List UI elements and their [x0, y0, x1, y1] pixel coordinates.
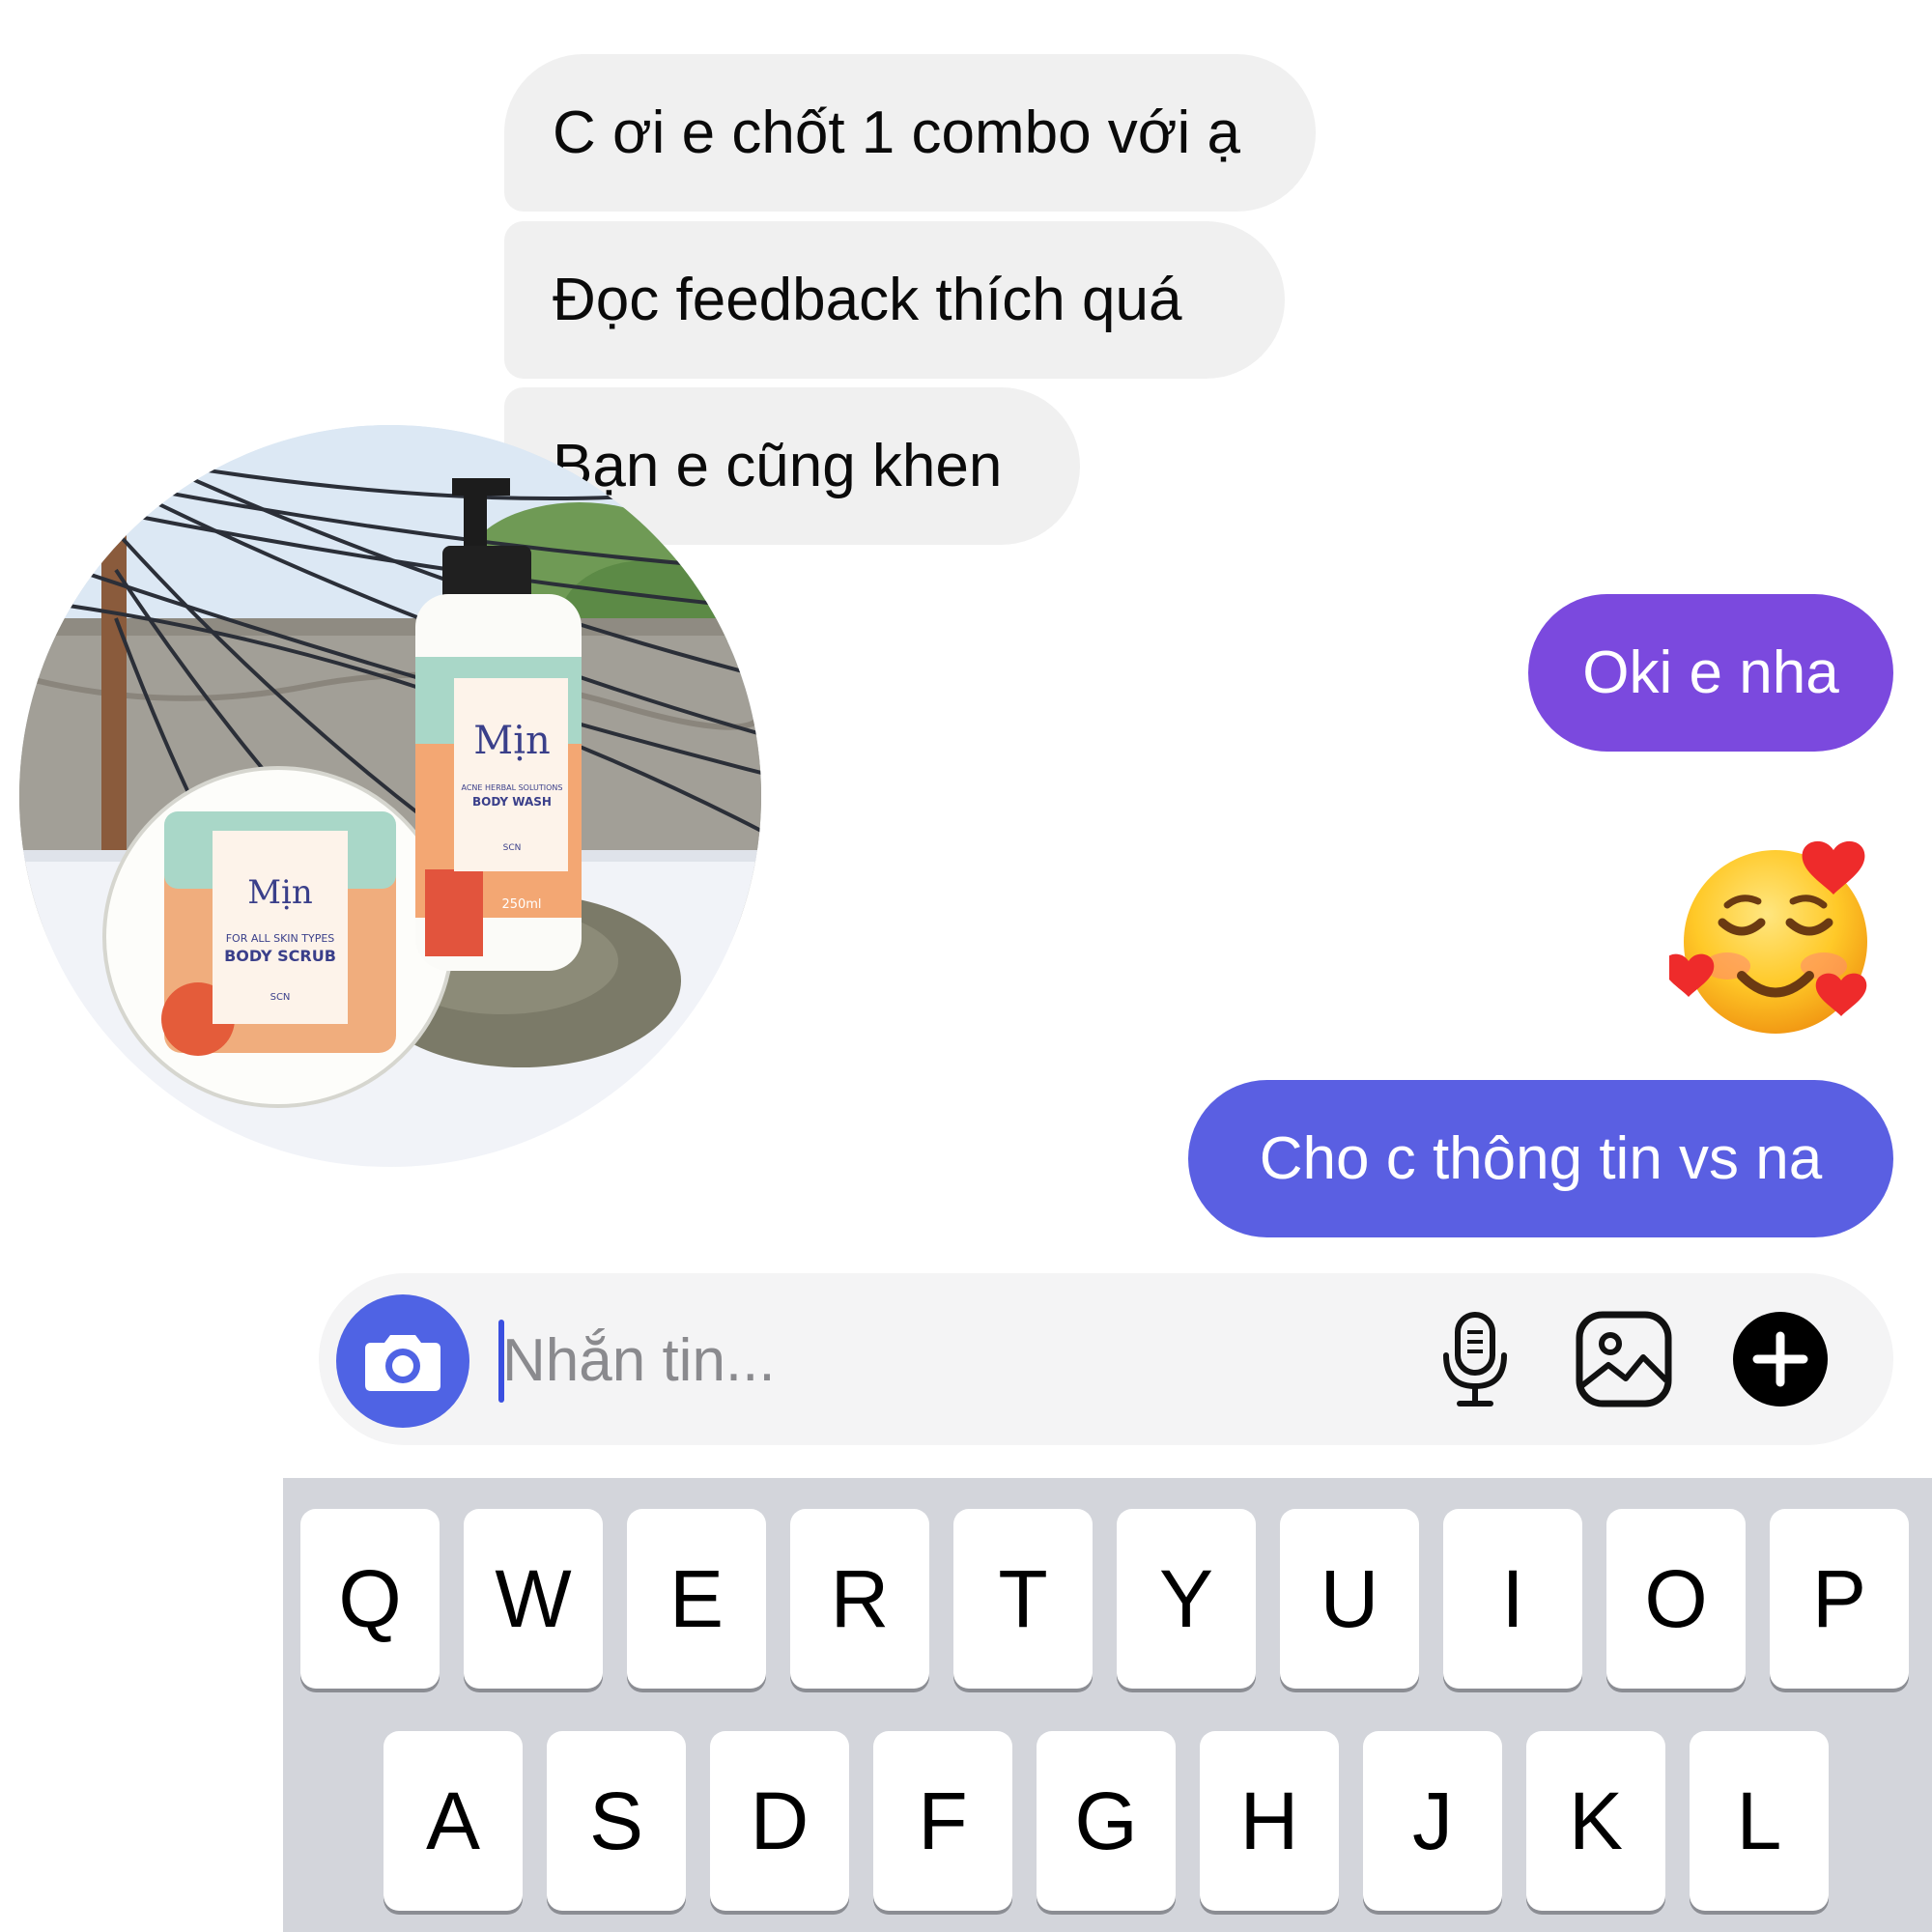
key-u[interactable]: U	[1280, 1509, 1419, 1689]
key-h[interactable]: H	[1200, 1731, 1339, 1911]
smiling-face-with-hearts-icon[interactable]	[1662, 826, 1891, 1048]
key-w[interactable]: W	[464, 1509, 603, 1689]
bottle-title: BODY WASH	[472, 795, 552, 809]
incoming-message[interactable]: C ơi e chốt 1 combo với ạ	[504, 54, 1316, 212]
key-r[interactable]: R	[790, 1509, 929, 1689]
key-t[interactable]: T	[953, 1509, 1093, 1689]
key-s[interactable]: S	[547, 1731, 686, 1911]
plus-icon	[1733, 1312, 1828, 1406]
gallery-button[interactable]	[1575, 1310, 1673, 1408]
key-q[interactable]: Q	[300, 1509, 440, 1689]
key-l[interactable]: L	[1690, 1731, 1829, 1911]
key-f[interactable]: F	[873, 1731, 1012, 1911]
key-d[interactable]: D	[710, 1731, 849, 1911]
key-j[interactable]: J	[1363, 1731, 1502, 1911]
key-p[interactable]: P	[1770, 1509, 1909, 1689]
microphone-button[interactable]	[1426, 1310, 1524, 1408]
jar-maker: SCN	[270, 992, 291, 1003]
key-e[interactable]: E	[627, 1509, 766, 1689]
message-text: Cho c thông tin vs na	[1259, 1124, 1823, 1192]
key-a[interactable]: A	[384, 1731, 523, 1911]
key-k[interactable]: K	[1526, 1731, 1665, 1911]
bottle-brand: Mịn	[473, 719, 551, 763]
key-o[interactable]: O	[1606, 1509, 1746, 1689]
microphone-icon	[1443, 1312, 1507, 1406]
camera-icon	[365, 1335, 440, 1391]
product-photo: Mịn FOR ALL SKIN TYPES BODY SCRUB SCN Mị…	[19, 425, 761, 1167]
camera-button[interactable]	[336, 1294, 469, 1428]
message-input[interactable]	[502, 1312, 1352, 1408]
bottle-maker: SCN	[503, 843, 522, 853]
incoming-message[interactable]: Đọc feedback thích quá	[504, 221, 1285, 379]
outgoing-message[interactable]: Cho c thông tin vs na	[1188, 1080, 1893, 1237]
message-text: Đọc feedback thích quá	[553, 266, 1182, 333]
add-button[interactable]	[1731, 1310, 1830, 1408]
keyboard: Q W E R T Y U I O P A S D F G H J K L	[283, 1478, 1932, 1932]
jar-brand: Mịn	[247, 873, 313, 912]
outgoing-message[interactable]: Oki e nha	[1528, 594, 1893, 752]
bottle-subtitle: ACNE HERBAL SOLUTIONS	[462, 783, 563, 792]
image-icon	[1576, 1311, 1672, 1407]
key-i[interactable]: I	[1443, 1509, 1582, 1689]
key-g[interactable]: G	[1037, 1731, 1176, 1911]
message-composer	[319, 1273, 1893, 1445]
message-text: Oki e nha	[1582, 639, 1839, 706]
key-y[interactable]: Y	[1117, 1509, 1256, 1689]
message-text: Bạn e cũng khen	[553, 432, 1003, 499]
jar-title: BODY SCRUB	[224, 947, 336, 965]
message-text: C ơi e chốt 1 combo với ạ	[553, 99, 1240, 166]
bottle-volume: 250ml	[501, 897, 541, 912]
jar-subtitle: FOR ALL SKIN TYPES	[226, 932, 335, 945]
